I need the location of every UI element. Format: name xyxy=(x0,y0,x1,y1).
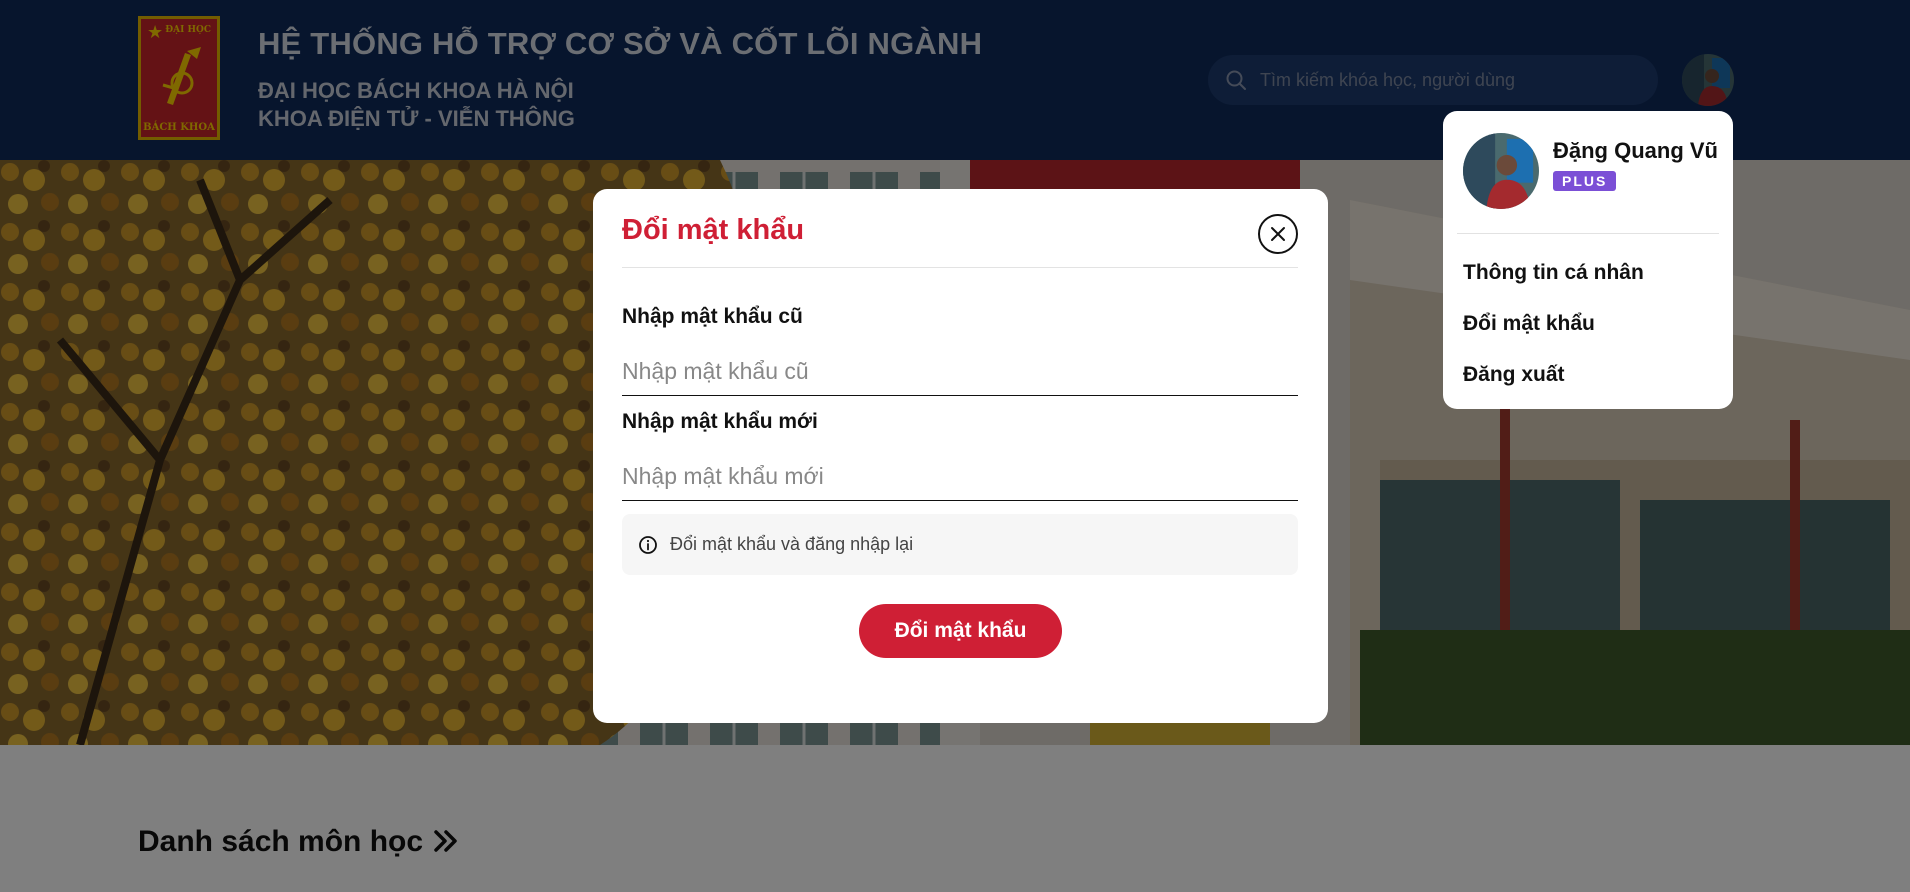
avatar xyxy=(1463,133,1539,209)
new-password-input[interactable] xyxy=(622,453,1298,501)
old-password-label: Nhập mật khẩu cũ xyxy=(622,305,803,328)
plan-badge: PLUS xyxy=(1553,171,1617,191)
divider xyxy=(1457,233,1719,234)
old-password-input[interactable] xyxy=(622,348,1298,396)
menu-item-profile[interactable]: Thông tin cá nhân xyxy=(1463,261,1644,285)
close-icon xyxy=(1271,227,1285,241)
close-button[interactable] xyxy=(1258,214,1298,254)
info-icon xyxy=(639,535,657,554)
change-password-button[interactable]: Đổi mật khẩu xyxy=(859,604,1062,658)
info-note-text: Đổi mật khẩu và đăng nhập lại xyxy=(670,534,914,554)
menu-item-change-password[interactable]: Đổi mật khẩu xyxy=(1463,312,1595,336)
change-password-modal: Đổi mật khẩu Nhập mật khẩu cũ Nhập mật k… xyxy=(593,189,1328,723)
info-note: Đổi mật khẩu và đăng nhập lại xyxy=(622,514,1298,575)
user-dropdown-menu: Đặng Quang Vũ PLUS Thông tin cá nhân Đổi… xyxy=(1443,111,1733,409)
menu-item-logout[interactable]: Đăng xuất xyxy=(1463,363,1565,387)
user-name: Đặng Quang Vũ xyxy=(1553,138,1718,163)
divider xyxy=(622,267,1298,268)
new-password-label: Nhập mật khẩu mới xyxy=(622,410,818,433)
modal-title: Đổi mật khẩu xyxy=(622,214,805,246)
